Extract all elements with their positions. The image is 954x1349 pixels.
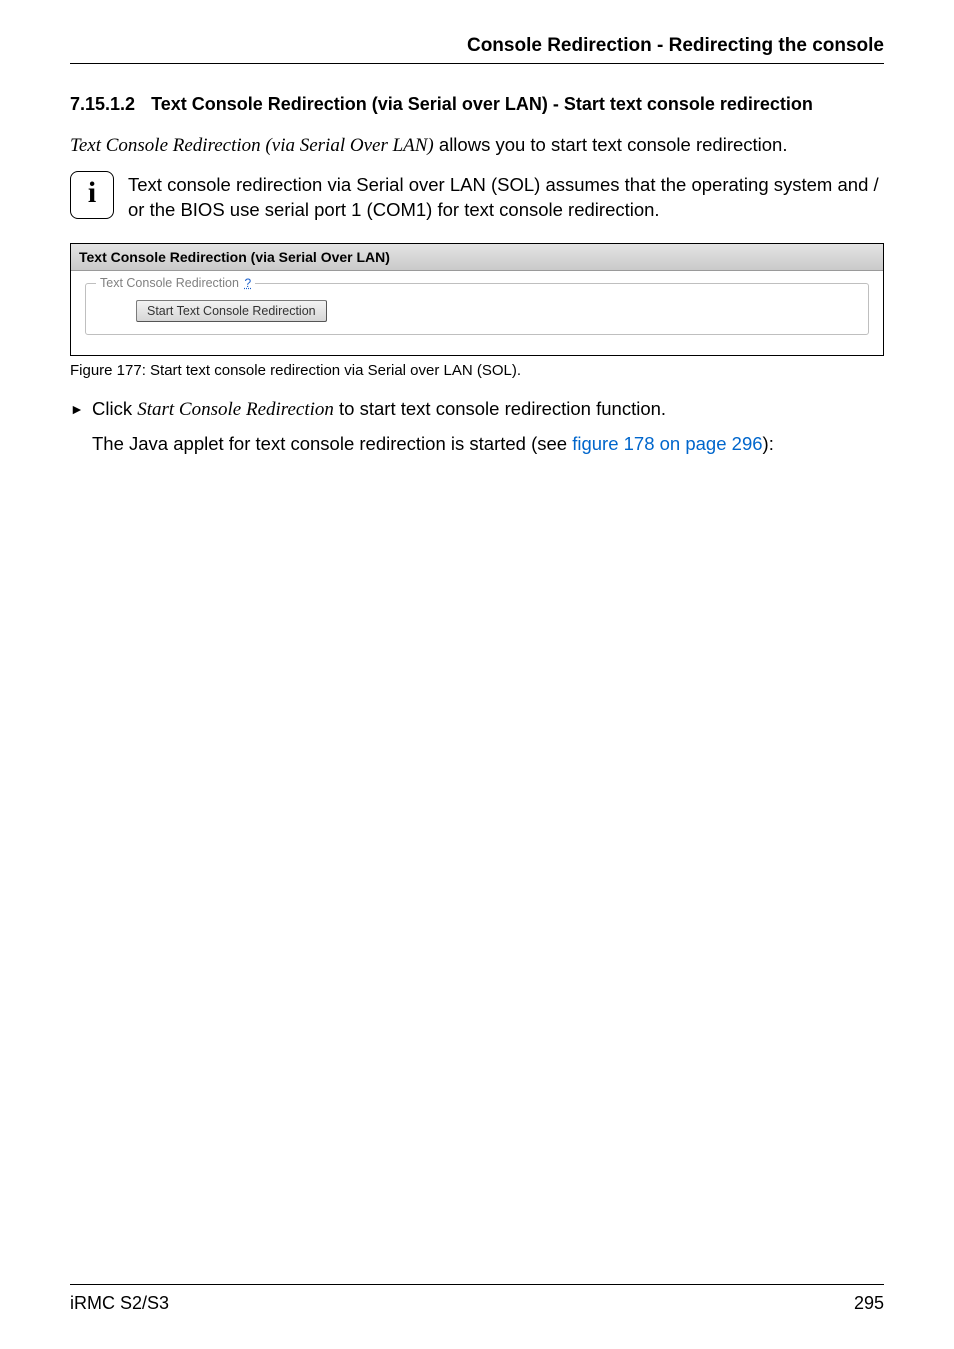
page-footer: iRMC S2/S3 295 <box>70 1284 884 1314</box>
followup-paragraph: The Java applet for text console redirec… <box>92 432 884 457</box>
info-note: i Text console redirection via Serial ov… <box>70 171 884 223</box>
figure-link[interactable]: figure 178 on page 296 <box>572 433 762 454</box>
action-italic: Start Console Redirection <box>137 399 334 420</box>
info-glyph: i <box>88 176 96 210</box>
bullet-marker-icon: ► <box>70 397 92 417</box>
legend-text: Text Console Redirection <box>100 276 239 290</box>
footer-left: iRMC S2/S3 <box>70 1293 169 1314</box>
bullet-text: Click Start Console Redirection to start… <box>92 397 666 423</box>
figure-caption: Figure 177: Start text console redirecti… <box>70 362 884 379</box>
intro-rest: allows you to start text console redirec… <box>434 134 788 155</box>
screenshot-panel: Text Console Redirection (via Serial Ove… <box>70 243 884 356</box>
italic-term: Text Console Redirection (via Serial Ove… <box>70 135 434 156</box>
action-suffix: to start text console redirection functi… <box>334 398 666 419</box>
action-prefix: Click <box>92 398 137 419</box>
section-heading: 7.15.1.2 Text Console Redirection (via S… <box>70 94 884 115</box>
section-title: Text Console Redirection (via Serial ove… <box>151 94 813 115</box>
section-number: 7.15.1.2 <box>70 94 135 115</box>
screenshot-fieldset: Text Console Redirection ? Start Text Co… <box>85 283 869 335</box>
running-header: Console Redirection - Redirecting the co… <box>70 35 884 57</box>
intro-paragraph: Text Console Redirection (via Serial Ove… <box>70 133 884 159</box>
followup-pre: The Java applet for text console redirec… <box>92 433 572 454</box>
start-text-console-button[interactable]: Start Text Console Redirection <box>136 300 327 322</box>
help-icon[interactable]: ? <box>244 276 251 290</box>
screenshot-body: Text Console Redirection ? Start Text Co… <box>71 271 883 355</box>
instruction-bullet: ► Click Start Console Redirection to sta… <box>70 397 884 423</box>
screenshot-titlebar: Text Console Redirection (via Serial Ove… <box>71 244 883 271</box>
followup-post: ): <box>763 433 774 454</box>
info-icon: i <box>70 171 114 219</box>
fieldset-legend: Text Console Redirection ? <box>96 276 255 290</box>
footer-right: 295 <box>854 1293 884 1314</box>
info-text: Text console redirection via Serial over… <box>128 171 884 223</box>
